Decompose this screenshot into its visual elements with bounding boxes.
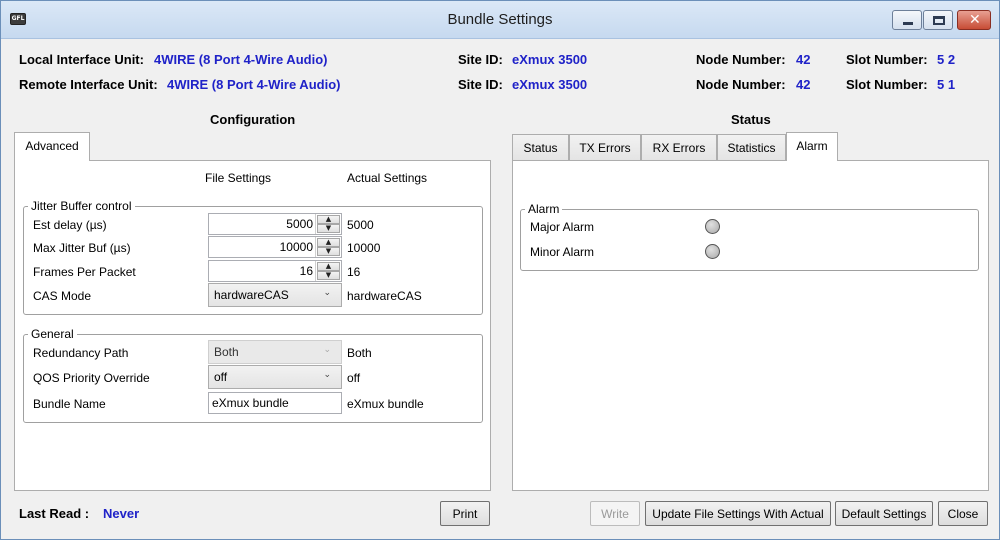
configuration-title: Configuration xyxy=(210,112,296,127)
cas-mode-value: hardwareCAS xyxy=(214,288,289,302)
redundancy-path-select[interactable]: Both ⌄ xyxy=(208,340,342,364)
minimize-icon xyxy=(903,22,913,25)
max-jitter-spinner[interactable]: ▲ ▼ xyxy=(208,236,342,258)
down-arrow-icon[interactable]: ▼ xyxy=(317,247,340,256)
tab-status[interactable]: Status xyxy=(512,134,569,162)
last-read-label: Last Read : xyxy=(19,506,90,521)
est-delay-actual: 5000 xyxy=(347,218,374,232)
maximize-button[interactable] xyxy=(923,10,953,30)
alarm-legend: Alarm xyxy=(528,202,560,216)
close-icon: ✕ xyxy=(969,12,981,28)
qos-priority-label: QOS Priority Override xyxy=(33,371,150,385)
major-alarm-indicator xyxy=(705,219,720,234)
chevron-down-icon: ⌄ xyxy=(323,370,331,380)
actual-settings-header: Actual Settings xyxy=(347,171,428,185)
down-arrow-icon[interactable]: ▼ xyxy=(317,271,340,280)
up-arrow-icon[interactable]: ▲ xyxy=(317,215,340,224)
local-slot-value: 5 2 xyxy=(937,52,956,67)
title-bar: GFL Bundle Settings ✕ xyxy=(1,1,999,39)
remote-node-label: Node Number: xyxy=(696,77,786,92)
local-slot-label: Slot Number: xyxy=(846,52,928,67)
tab-rx-errors[interactable]: RX Errors xyxy=(641,134,717,162)
window-close-button[interactable]: ✕ xyxy=(957,10,991,30)
remote-slot-label: Slot Number: xyxy=(846,77,928,92)
status-title: Status xyxy=(731,112,771,127)
cas-mode-select[interactable]: hardwareCAS ⌄ xyxy=(208,283,342,307)
minimize-button[interactable] xyxy=(892,10,922,30)
redundancy-path-value: Both xyxy=(214,345,239,359)
default-settings-button[interactable]: Default Settings xyxy=(835,501,933,526)
qos-priority-value: off xyxy=(214,370,228,384)
cas-mode-label: CAS Mode xyxy=(33,289,92,303)
bundle-name-label: Bundle Name xyxy=(33,397,106,411)
max-jitter-actual: 10000 xyxy=(347,241,381,255)
frames-per-packet-label: Frames Per Packet xyxy=(33,265,136,279)
update-file-settings-button[interactable]: Update File Settings With Actual xyxy=(645,501,831,526)
est-delay-label: Est delay (µs) xyxy=(33,218,107,232)
minor-alarm-indicator xyxy=(705,244,720,259)
remote-site-value: eXmux 3500 xyxy=(512,77,588,92)
up-arrow-icon[interactable]: ▲ xyxy=(317,262,340,271)
tab-advanced[interactable]: Advanced xyxy=(14,132,90,161)
frames-per-packet-spinner[interactable]: ▲ ▼ xyxy=(208,260,342,282)
minor-alarm-label: Minor Alarm xyxy=(530,245,595,259)
redundancy-path-label: Redundancy Path xyxy=(33,346,129,360)
configuration-panel: File Settings Actual Settings Jitter Buf… xyxy=(14,160,491,491)
est-delay-arrows: ▲ ▼ xyxy=(315,214,341,234)
local-interface-value: 4WIRE (8 Port 4-Wire Audio) xyxy=(154,52,328,67)
cas-mode-actual: hardwareCAS xyxy=(347,289,422,303)
chevron-down-icon: ⌄ xyxy=(323,345,331,355)
max-jitter-input[interactable] xyxy=(209,237,315,257)
redundancy-path-actual: Both xyxy=(347,346,372,360)
general-legend: General xyxy=(31,327,74,341)
remote-interface-value: 4WIRE (8 Port 4-Wire Audio) xyxy=(167,77,341,92)
major-alarm-label: Major Alarm xyxy=(530,220,595,234)
qos-priority-actual: off xyxy=(347,371,361,385)
remote-interface-label: Remote Interface Unit: xyxy=(19,77,158,92)
tab-statistics[interactable]: Statistics xyxy=(717,134,786,162)
close-button[interactable]: Close xyxy=(938,501,988,526)
max-jitter-arrows: ▲ ▼ xyxy=(315,237,341,257)
local-site-label: Site ID: xyxy=(458,52,503,67)
last-read-value: Never xyxy=(103,506,140,521)
status-panel: Alarm Major Alarm Minor Alarm xyxy=(512,160,989,491)
local-interface-label: Local Interface Unit: xyxy=(19,52,144,67)
window-title: Bundle Settings xyxy=(447,11,553,28)
remote-node-value: 42 xyxy=(796,77,811,92)
local-site-value: eXmux 3500 xyxy=(512,52,588,67)
jitter-buffer-legend: Jitter Buffer control xyxy=(31,199,132,213)
max-jitter-label: Max Jitter Buf (µs) xyxy=(33,241,131,255)
up-arrow-icon[interactable]: ▲ xyxy=(317,238,340,247)
local-node-value: 42 xyxy=(796,52,811,67)
maximize-icon xyxy=(933,16,945,25)
tab-tx-errors[interactable]: TX Errors xyxy=(569,134,641,162)
bundle-settings-window: GFL Bundle Settings ✕ Local Interface Un… xyxy=(0,0,1000,540)
frames-per-packet-input[interactable] xyxy=(209,261,315,281)
bundle-name-actual: eXmux bundle xyxy=(347,397,424,411)
local-node-label: Node Number: xyxy=(696,52,786,67)
down-arrow-icon[interactable]: ▼ xyxy=(317,224,340,233)
write-button[interactable]: Write xyxy=(590,501,640,526)
frames-per-packet-actual: 16 xyxy=(347,265,361,279)
remote-site-label: Site ID: xyxy=(458,77,503,92)
qos-priority-select[interactable]: off ⌄ xyxy=(208,365,342,389)
bundle-name-input[interactable] xyxy=(208,392,342,414)
alarm-group: Alarm xyxy=(520,202,979,271)
file-settings-header: File Settings xyxy=(205,171,272,185)
chevron-down-icon: ⌄ xyxy=(323,288,331,298)
est-delay-input[interactable] xyxy=(209,214,315,234)
print-button[interactable]: Print xyxy=(440,501,490,526)
frames-per-packet-arrows: ▲ ▼ xyxy=(315,261,341,281)
remote-slot-value: 5 1 xyxy=(937,77,956,92)
tab-alarm[interactable]: Alarm xyxy=(786,132,838,161)
est-delay-spinner[interactable]: ▲ ▼ xyxy=(208,213,342,235)
